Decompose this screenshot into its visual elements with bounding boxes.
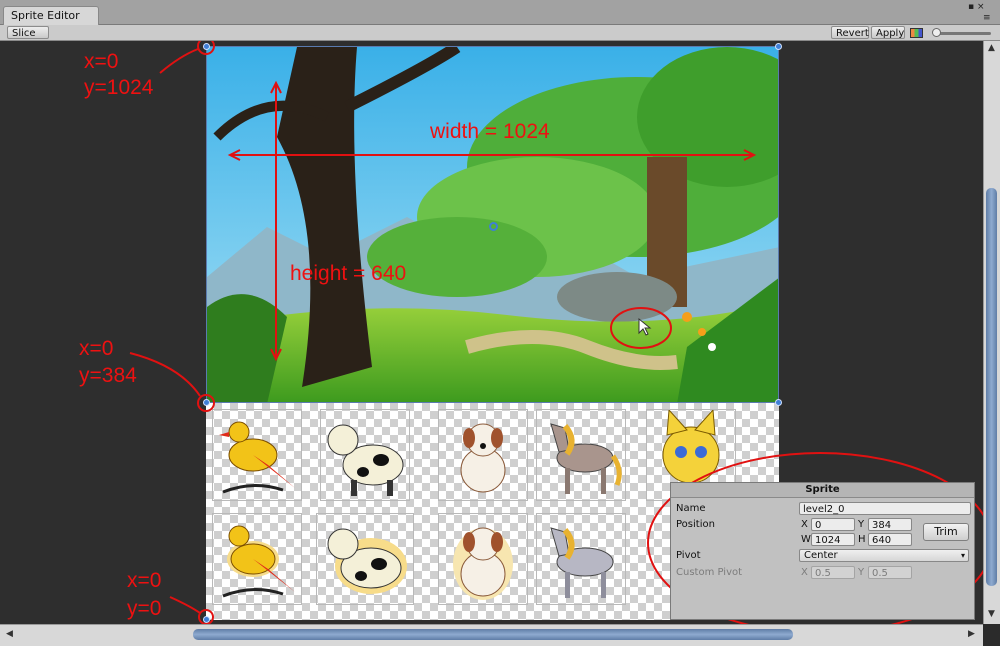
position-label: Position — [676, 519, 715, 530]
scroll-down-icon[interactable]: ▼ — [988, 609, 995, 619]
vertical-scrollbar[interactable]: ▲ ▼ — [983, 41, 1000, 624]
zoom-slider[interactable] — [933, 32, 991, 35]
pivot-label: Pivot — [676, 550, 701, 561]
position-y-field[interactable]: 384 — [868, 518, 912, 531]
revert-button[interactable]: Revert — [831, 26, 869, 39]
color-alpha-toggle-icon[interactable] — [910, 28, 923, 38]
size-w-field[interactable]: 1024 — [811, 533, 855, 546]
custom-pivot-x-label: X — [801, 567, 808, 578]
annotation-mid-left-y: y=384 — [79, 364, 137, 387]
slice-dropdown[interactable]: Slice ≑ — [7, 26, 49, 52]
annotation-top-left-x: x=0 — [84, 50, 119, 73]
mouse-cursor-icon — [638, 317, 652, 336]
trim-button[interactable]: Trim — [923, 523, 969, 541]
sprite-inspector-panel: Sprite Name level2_0 Position X 0 Y 384 … — [670, 482, 975, 620]
tab-sprite-editor[interactable]: Sprite Editor — [3, 6, 99, 25]
sprite-name-field[interactable]: level2_0 — [799, 502, 971, 515]
custom-pivot-x-field: 0.5 — [811, 566, 855, 579]
annotation-bottom-left-y: y=0 — [127, 597, 162, 620]
annotation-bottom-left-x: x=0 — [127, 569, 162, 592]
window-menu-icon[interactable]: ▪ × — [968, 2, 985, 12]
horizontal-scrollbar[interactable]: ◀ ▶ — [0, 624, 983, 646]
window-tab-bar: Sprite Editor ▪ × ≡ — [0, 0, 1000, 25]
annotation-top-left-y: y=1024 — [84, 76, 154, 99]
context-menu-icon[interactable]: ≡ — [983, 13, 991, 23]
vertical-scroll-thumb[interactable] — [986, 188, 997, 586]
pivot-dropdown[interactable]: Center ▾ — [799, 549, 969, 562]
size-w-label: W — [801, 534, 811, 545]
name-label: Name — [676, 503, 706, 514]
size-h-field[interactable]: 640 — [868, 533, 912, 546]
horizontal-scroll-thumb[interactable] — [193, 629, 793, 640]
pivot-value: Center — [804, 550, 838, 561]
position-x-field[interactable]: 0 — [811, 518, 855, 531]
scroll-right-icon[interactable]: ▶ — [968, 629, 975, 639]
annotation-mid-left-x: x=0 — [79, 337, 114, 360]
scroll-up-icon[interactable]: ▲ — [988, 43, 995, 53]
scroll-left-icon[interactable]: ◀ — [6, 629, 13, 639]
position-x-label: X — [801, 519, 808, 530]
custom-pivot-y-label: Y — [858, 567, 865, 578]
position-y-label: Y — [858, 519, 865, 530]
dropdown-arrow-icon: ▾ — [960, 551, 965, 560]
size-h-label: H — [858, 534, 866, 545]
zoom-slider-knob[interactable] — [932, 28, 941, 37]
sprite-editor-toolbar: Slice ≑ Revert Apply — [0, 25, 1000, 52]
custom-pivot-y-field: 0.5 — [868, 566, 912, 579]
annotation-width: width = 1024 — [430, 120, 550, 143]
custom-pivot-label: Custom Pivot — [676, 567, 743, 578]
inspector-title: Sprite — [671, 483, 974, 498]
apply-button[interactable]: Apply — [871, 26, 905, 39]
annotation-height: height = 640 — [290, 262, 407, 285]
